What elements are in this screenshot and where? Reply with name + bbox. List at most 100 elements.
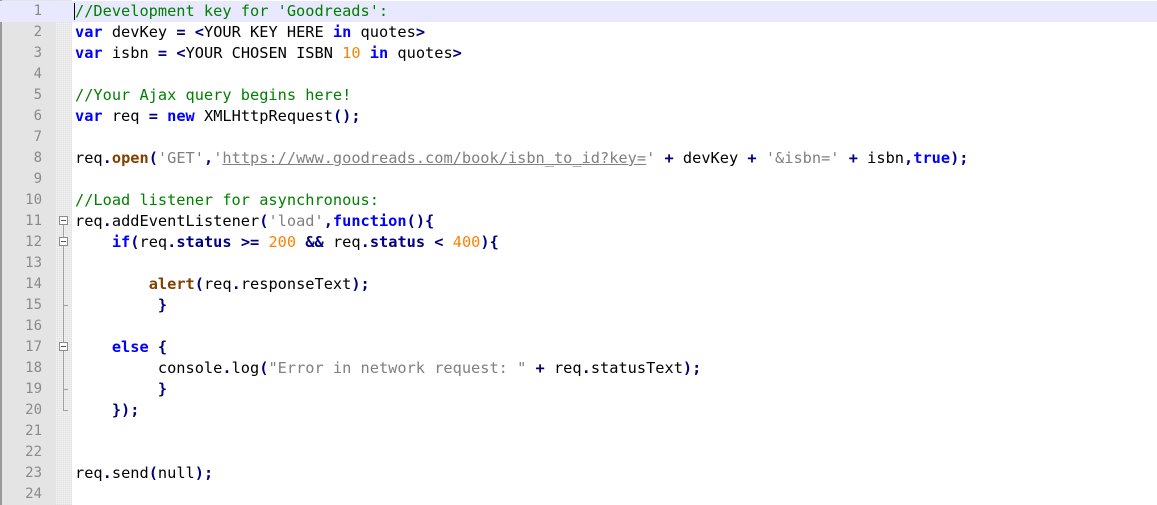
- code-token-comment: //Development key for 'Goodreads':: [75, 2, 389, 20]
- code-token-operator: });: [111, 401, 140, 419]
- code-text[interactable]: alert(req.responseText);: [75, 274, 370, 295]
- line-number: 16: [25, 318, 42, 334]
- code-line[interactable]: 8 req.open('GET', 'https://www.goodreads.c…: [0, 148, 1157, 169]
- code-token-operator: =: [176, 23, 186, 41]
- code-token-plain: devKey: [102, 23, 177, 41]
- code-token-operator: (: [194, 275, 204, 293]
- code-line[interactable]: 17 else {: [0, 337, 1157, 358]
- code-token-plain: req: [75, 149, 103, 167]
- code-token-keyword: else: [111, 338, 149, 356]
- code-line[interactable]: 7: [0, 127, 1157, 148]
- code-line[interactable]: 1 //Development key for 'Goodreads':: [0, 1, 1157, 22]
- code-token-operator: +: [848, 149, 858, 167]
- code-line[interactable]: 12 if(req.status >= 200 && req.status < …: [0, 232, 1157, 253]
- code-token-plain: addEventListener: [111, 212, 260, 230]
- code-token-plain: req: [75, 464, 103, 482]
- code-token-operator: );: [194, 464, 214, 482]
- fold-end-icon: [55, 295, 72, 316]
- code-line[interactable]: 18 console.log("Error in network request…: [0, 358, 1157, 379]
- code-line[interactable]: 14 alert(req.responseText);: [0, 274, 1157, 295]
- code-text[interactable]: if(req.status >= 200 && req.status < 400…: [75, 232, 499, 253]
- fold-end-icon: [55, 400, 72, 421]
- fold-line-icon: [55, 316, 72, 337]
- code-line[interactable]: 22: [0, 442, 1157, 463]
- code-token-operator: {: [157, 338, 168, 356]
- code-line[interactable]: 5 //Your Ajax query begins here!: [0, 85, 1157, 106]
- code-line[interactable]: 15 }: [0, 295, 1157, 316]
- code-token-operator: .: [167, 233, 177, 251]
- code-token-keyword: new: [167, 107, 195, 125]
- code-token-plain: null: [157, 464, 195, 482]
- code-token-keyword: var: [75, 23, 103, 41]
- code-text[interactable]: });: [75, 400, 140, 421]
- code-text[interactable]: //Your Ajax query begins here!: [75, 85, 351, 106]
- code-text[interactable]: var isbn = <YOUR CHOSEN ISBN 10 in quote…: [75, 43, 462, 64]
- code-token-number: 10: [342, 44, 361, 62]
- code-line[interactable]: 6 var req = new XMLHttpRequest();: [0, 106, 1157, 127]
- code-text[interactable]: else {: [75, 337, 167, 358]
- code-token-string: 'load': [268, 212, 324, 230]
- fold-end-icon: [55, 379, 72, 400]
- code-token-operator: >: [415, 23, 426, 41]
- code-line[interactable]: 11 req.addEventListener('load',function()…: [0, 211, 1157, 232]
- code-text[interactable]: }: [75, 295, 167, 316]
- code-line[interactable]: 9: [0, 169, 1157, 190]
- fold-open-icon[interactable]: [55, 211, 72, 232]
- line-number: 3: [33, 45, 42, 61]
- code-line[interactable]: 16: [0, 316, 1157, 337]
- code-line[interactable]: 3 var isbn = <YOUR CHOSEN ISBN 10 in quot…: [0, 43, 1157, 64]
- code-token-keyword: function: [332, 212, 407, 230]
- line-number: 24: [25, 486, 42, 502]
- code-line[interactable]: 23 req.send(null);: [0, 463, 1157, 484]
- code-token-keyword: in: [369, 44, 389, 62]
- code-text[interactable]: var req = new XMLHttpRequest();: [75, 106, 361, 127]
- line-number: 4: [33, 66, 42, 82]
- code-line[interactable]: 10 //Load listener for asynchronous:: [0, 190, 1157, 211]
- fold-open-icon[interactable]: [55, 337, 72, 358]
- code-token-method: alert: [148, 275, 195, 293]
- line-number: 2: [33, 24, 42, 40]
- code-line[interactable]: 24: [0, 484, 1157, 505]
- code-line[interactable]: 13: [0, 253, 1157, 274]
- line-number: 12: [25, 234, 42, 250]
- code-text[interactable]: }: [75, 379, 167, 400]
- code-line[interactable]: 20 });: [0, 400, 1157, 421]
- line-number: 21: [25, 423, 42, 439]
- code-token-operator: &&: [305, 233, 324, 251]
- code-token-plain: console: [75, 359, 223, 377]
- code-text[interactable]: req.open('GET', 'https://www.goodreads.co…: [75, 148, 969, 169]
- fold-line-icon: [55, 274, 72, 295]
- code-text[interactable]: //Development key for 'Goodreads':: [75, 1, 388, 22]
- line-number: 5: [33, 87, 42, 103]
- code-line[interactable]: 4: [0, 64, 1157, 85]
- code-text[interactable]: console.log("Error in network request: "…: [75, 358, 701, 379]
- code-token-plain: YOUR CHOSEN ISBN: [185, 44, 343, 62]
- code-token-type: status: [369, 233, 426, 251]
- code-token-plain: devKey: [673, 149, 748, 167]
- code-token-plain: quotes: [388, 44, 453, 62]
- code-token-operator: ,: [904, 149, 914, 167]
- code-line[interactable]: 21: [0, 421, 1157, 442]
- code-text[interactable]: //Load listener for asynchronous:: [75, 190, 379, 211]
- code-token-operator: .: [231, 275, 241, 293]
- code-editor[interactable]: 1 //Development key for 'Goodreads': 2 var …: [0, 0, 1157, 505]
- code-text[interactable]: req.send(null);: [75, 463, 213, 484]
- code-token-operator: .: [581, 359, 591, 377]
- code-text[interactable]: var devKey = <YOUR KEY HERE in quotes>: [75, 22, 425, 43]
- code-line[interactable]: 2 var devKey = <YOUR KEY HERE in quotes>: [0, 22, 1157, 43]
- code-token-string: '&isbn=': [765, 149, 840, 167]
- code-token-link[interactable]: https://www.goodreads.com/book/isbn_to_i…: [222, 149, 646, 167]
- fold-open-icon[interactable]: [55, 232, 72, 253]
- code-text[interactable]: req.addEventListener('load',function(){: [75, 211, 434, 232]
- code-line[interactable]: 19 }: [0, 379, 1157, 400]
- code-token-operator: +: [747, 149, 757, 167]
